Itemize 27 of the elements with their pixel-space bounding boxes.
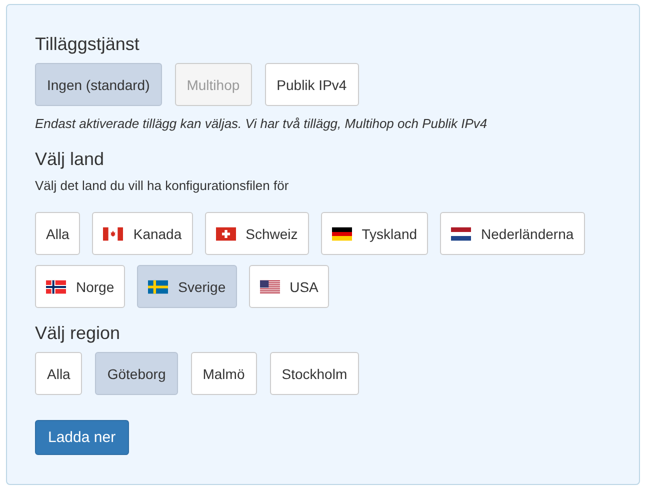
country-option[interactable]: Sverige [137, 265, 237, 308]
cross-flag-icon [216, 226, 236, 240]
maple-leaf-flag-icon [103, 226, 124, 240]
section-heading: Välj region [35, 322, 122, 344]
cross-flag-icon [46, 280, 66, 294]
stars-and-stripes-flag-icon [260, 280, 280, 294]
region-option[interactable]: Alla [35, 352, 82, 395]
country-option[interactable]: Schweiz [204, 212, 309, 255]
country-option[interactable]: Norge [35, 265, 126, 308]
region-option[interactable]: Göteborg [95, 352, 178, 395]
tricolor-flag-icon [332, 226, 352, 240]
tricolor-flag-icon [451, 226, 472, 240]
country-option[interactable]: Alla [35, 212, 80, 255]
country-option[interactable]: Nederländerna [440, 212, 585, 255]
addon-option[interactable]: Publik IPv4 [264, 63, 359, 106]
download-button[interactable]: Ladda ner [35, 420, 129, 455]
region-option[interactable]: Stockholm [270, 352, 360, 395]
region-option[interactable]: Malmö [190, 352, 257, 395]
section-heading: Tilläggstjänst [35, 33, 140, 55]
addon-option[interactable]: Ingen (standard) [35, 63, 162, 106]
cross-flag-icon [148, 280, 168, 294]
section-heading: Välj land [35, 148, 106, 170]
country-option[interactable]: Kanada [92, 212, 193, 255]
section-description: Välj det land du vill ha konfigurationsfilen för [35, 178, 290, 194]
country-option[interactable]: USA [248, 265, 330, 308]
country-option[interactable]: Tyskland [320, 212, 428, 255]
help-text: Endast aktiverade tillägg kan väljas. Vi har två tillägg, Multihop och Publik IPv4 [35, 116, 488, 132]
